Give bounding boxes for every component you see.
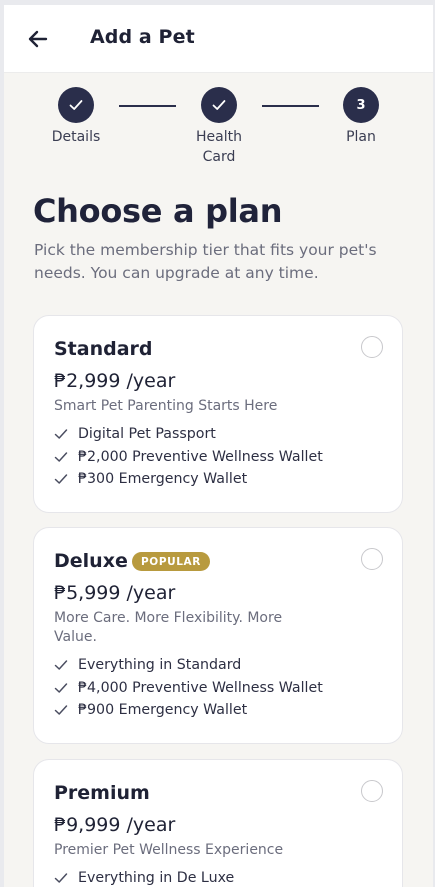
feature-item: Digital Pet Passport xyxy=(54,423,323,446)
plan-tagline: Premier Pet Wellness Experience xyxy=(54,842,284,858)
plan-price: ₱2,999 /year xyxy=(54,370,176,392)
plan-feature-list: Everything in De Luxe xyxy=(54,867,234,887)
step-2-label-line2: Card xyxy=(202,149,236,165)
step-3-number: 3 xyxy=(343,87,379,123)
step-2-label: Health Card xyxy=(183,127,255,167)
plan-price: ₱9,999 /year xyxy=(54,814,176,836)
step-1-label: Details xyxy=(51,129,101,145)
step-connector xyxy=(119,105,176,107)
feature-item: Everything in De Luxe xyxy=(54,867,234,887)
feature-item: ₱900 Emergency Wallet xyxy=(54,699,323,722)
plan-tagline: More Care. More Flexibility. More Value. xyxy=(54,610,283,645)
page-title: Add a Pet xyxy=(90,26,195,48)
check-icon xyxy=(54,451,68,462)
step-connector xyxy=(262,105,319,107)
step-2-label-line1: Health xyxy=(196,129,242,145)
step-3-label: Plan xyxy=(346,129,376,145)
plan-card-premium[interactable]: Premium ₱9,999 /year Premier Pet Wellnes… xyxy=(33,759,403,887)
check-icon xyxy=(54,660,68,670)
plan-name: Standard xyxy=(54,338,153,360)
plan-price: ₱5,999 /year xyxy=(54,582,176,604)
step-2-check-icon xyxy=(201,87,237,123)
check-icon xyxy=(54,474,68,484)
feature-text: Everything in Standard xyxy=(78,657,242,673)
feature-item: ₱2,000 Preventive Wellness Wallet xyxy=(54,446,323,469)
section-title: Choose a plan xyxy=(33,192,283,230)
feature-text: Everything in De Luxe xyxy=(78,870,235,886)
feature-text: ₱2,000 Preventive Wellness Wallet xyxy=(78,448,323,465)
plan-feature-list: Digital Pet Passport ₱2,000 Preventive W… xyxy=(54,423,323,491)
check-icon xyxy=(54,429,68,439)
feature-item: Everything in Standard xyxy=(54,654,323,677)
feature-item: ₱300 Emergency Wallet xyxy=(54,468,323,491)
top-app-bar: Add a Pet xyxy=(4,5,433,73)
plan-card-deluxe[interactable]: Deluxe POPULAR ₱5,999 /year More Care. M… xyxy=(33,527,403,744)
feature-text: Digital Pet Passport xyxy=(78,426,216,442)
check-icon xyxy=(54,682,68,693)
plan-card-standard[interactable]: Standard ₱2,999 /year Smart Pet Parentin… xyxy=(33,315,403,513)
plan-radio-button[interactable] xyxy=(361,780,383,802)
back-arrow-icon[interactable] xyxy=(24,25,52,53)
step-1-check-icon xyxy=(58,87,94,123)
plan-feature-list: Everything in Standard ₱4,000 Preventive… xyxy=(54,654,323,722)
feature-text: ₱900 Emergency Wallet xyxy=(78,702,248,718)
plan-radio-button[interactable] xyxy=(361,548,383,570)
plan-radio-button[interactable] xyxy=(361,336,383,358)
popular-badge: POPULAR xyxy=(132,552,210,571)
feature-text: ₱300 Emergency Wallet xyxy=(78,471,248,487)
check-icon xyxy=(54,873,68,883)
plan-tagline: Smart Pet Parenting Starts Here xyxy=(54,398,278,414)
progress-stepper: Details Health Card 3 Plan xyxy=(4,85,433,175)
check-icon xyxy=(54,705,68,715)
plan-name: Premium xyxy=(54,782,150,804)
plan-name: Deluxe xyxy=(54,550,128,572)
feature-text: ₱4,000 Preventive Wellness Wallet xyxy=(78,679,323,696)
section-subtitle: Pick the membership tier that fits your … xyxy=(34,241,377,282)
feature-item: ₱4,000 Preventive Wellness Wallet xyxy=(54,677,323,700)
app-screen: Add a Pet Details Health Card 3 Plan Cho… xyxy=(4,5,433,887)
